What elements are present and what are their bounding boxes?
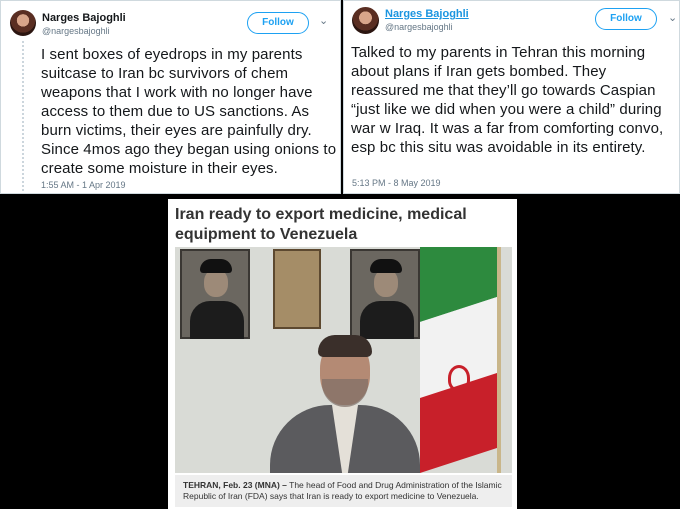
- thread-line: [22, 41, 24, 191]
- author-handle[interactable]: @nargesbajoghli: [385, 22, 453, 32]
- follow-button[interactable]: Follow: [247, 12, 309, 34]
- tweet-timestamp[interactable]: 1:55 AM - 1 Apr 2019: [41, 180, 126, 190]
- avatar[interactable]: [352, 7, 379, 34]
- tweet-timestamp[interactable]: 5:13 PM - 8 May 2019: [352, 178, 441, 188]
- chevron-down-icon[interactable]: ⌄: [319, 14, 328, 27]
- tweet-card-1: Narges Bajoghli @nargesbajoghli Follow ⌄…: [0, 0, 341, 194]
- tweet-text: I sent boxes of eyedrops in my parents s…: [41, 46, 337, 177]
- wall-portrait-right: [350, 249, 420, 339]
- tweet-card-2: Narges Bajoghli @nargesbajoghli Follow ⌄…: [343, 0, 680, 194]
- flag-pole: [497, 247, 501, 473]
- tweet-text: Talked to my parents in Tehran this morn…: [351, 44, 664, 156]
- caption-dateline: TEHRAN, Feb. 23 (MNA) –: [183, 480, 287, 490]
- photo-caption: TEHRAN, Feb. 23 (MNA) – The head of Food…: [175, 475, 512, 507]
- wall-frame: [273, 249, 321, 329]
- follow-button[interactable]: Follow: [595, 8, 657, 30]
- author-name[interactable]: Narges Bajoghli: [42, 12, 126, 24]
- wall-portrait-left: [180, 249, 250, 339]
- news-article: Iran ready to export medicine, medical e…: [168, 199, 517, 509]
- author-handle[interactable]: @nargesbajoghli: [42, 26, 110, 36]
- avatar[interactable]: [10, 10, 36, 36]
- article-photo: [175, 247, 512, 473]
- author-name[interactable]: Narges Bajoghli: [385, 8, 469, 20]
- iran-flag: [420, 247, 500, 473]
- article-headline[interactable]: Iran ready to export medicine, medical e…: [175, 205, 513, 245]
- official-person: [270, 335, 420, 473]
- emblem-icon: [448, 365, 470, 391]
- chevron-down-icon[interactable]: ⌄: [668, 11, 677, 24]
